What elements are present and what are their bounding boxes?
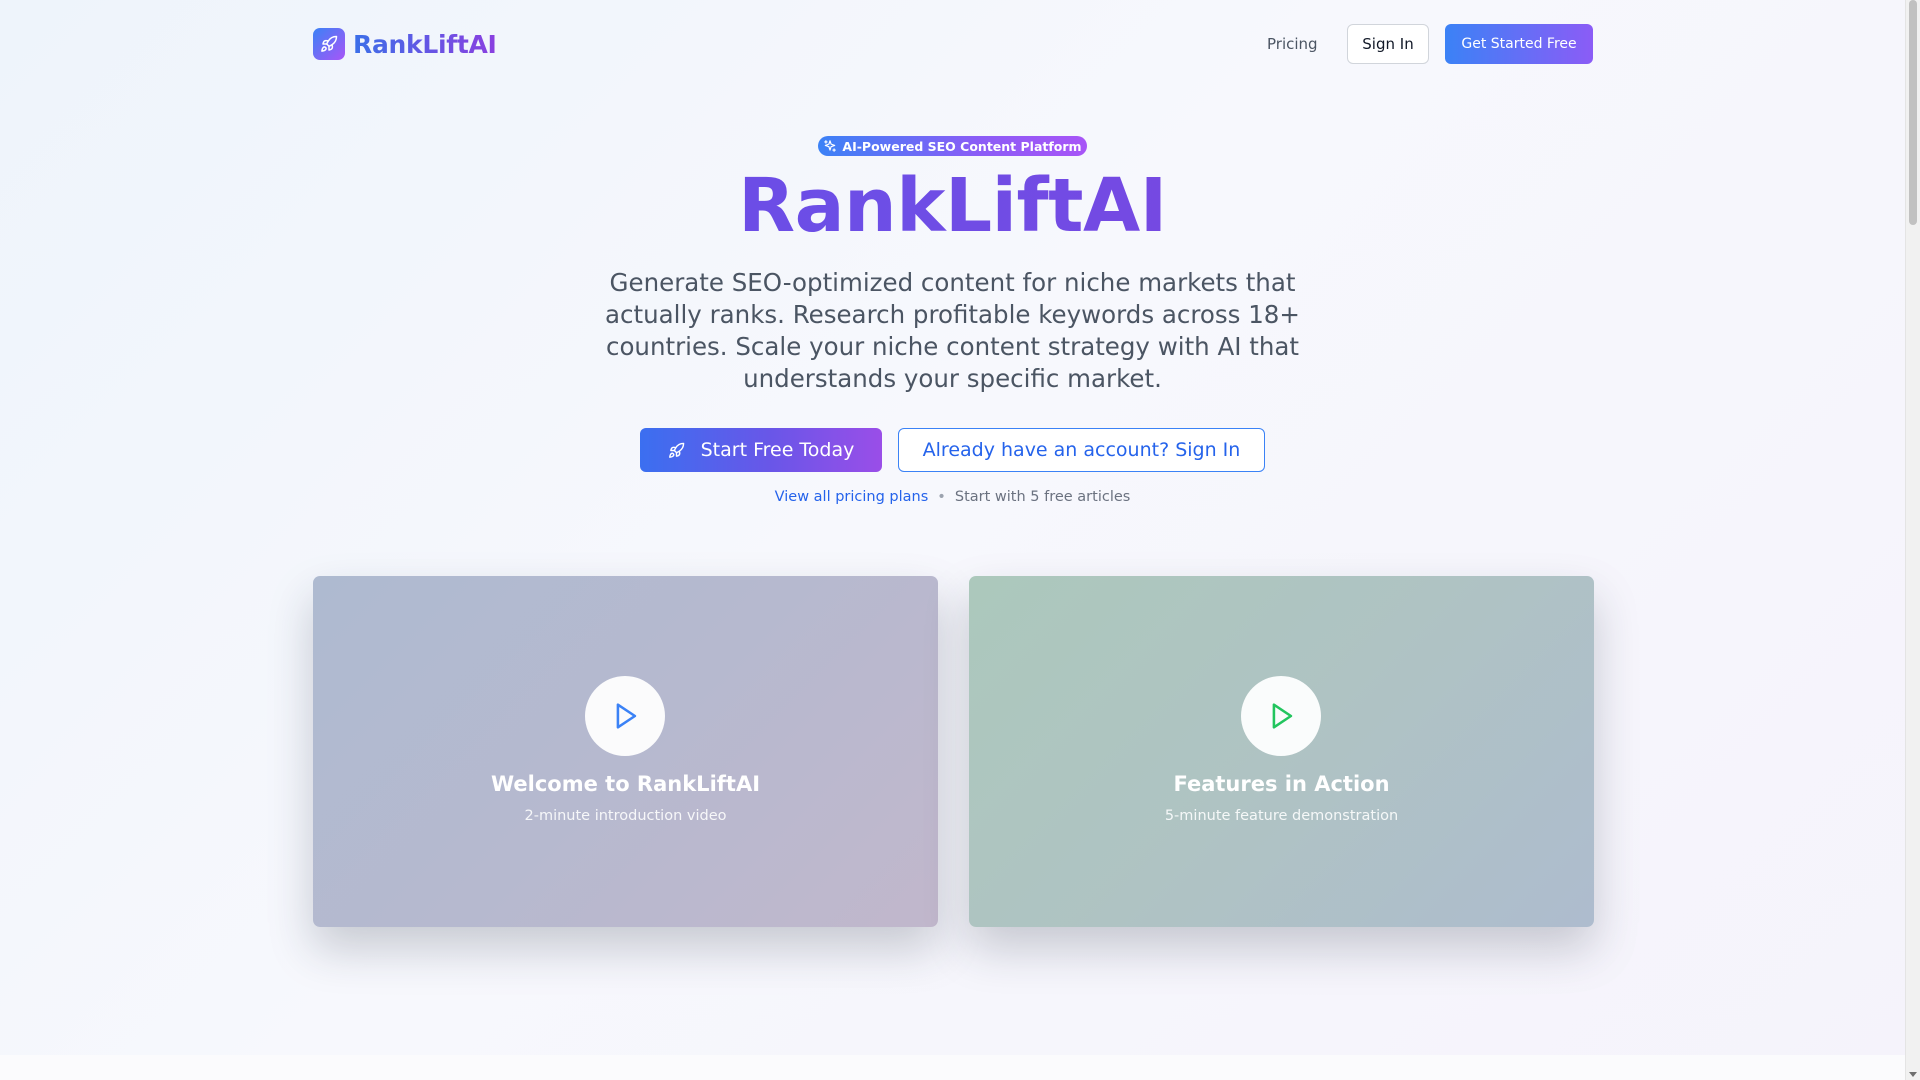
nav-pricing-link[interactable]: Pricing [1267,24,1318,64]
scroll-down-arrow-icon[interactable] [1909,1072,1917,1077]
hero-links: View all pricing plans • Start with 5 free… [600,489,1305,505]
hero-badge-label: AI-Powered SEO Content Platform [842,138,1082,154]
pricing-plans-link[interactable]: View all pricing plans [775,489,929,505]
play-button[interactable] [585,676,665,756]
hero-badge: AI-Powered SEO Content Platform [818,136,1087,156]
brand-name: RankLiftAI [353,29,497,59]
start-free-label: Start Free Today [700,439,855,461]
video-title: Features in Action [1173,772,1390,796]
play-icon [616,703,637,729]
play-icon [1272,703,1293,729]
rocket-icon [668,442,685,459]
play-button[interactable] [1241,676,1321,756]
brand-logo[interactable]: RankLiftAI [313,28,497,60]
free-articles-note: Start with 5 free articles [954,489,1131,505]
hero-title: RankLiftAI [560,160,1345,252]
separator-dot: • [937,489,946,505]
rocket-icon [313,28,345,60]
intro-video-card[interactable]: Welcome to RankLiftAI 2-minute introduct… [313,576,938,927]
sparkles-icon [824,140,837,152]
account-sign-in-button[interactable]: Already have an account? Sign In [898,428,1265,472]
landing-page: RankLiftAI Pricing Sign In Get Started F… [0,0,1905,1080]
get-started-button[interactable]: Get Started Free [1445,24,1593,64]
video-subtitle: 5-minute feature demonstration [1164,808,1399,824]
page-scrollbar[interactable] [1905,0,1920,1080]
sign-in-button[interactable]: Sign In [1347,24,1429,64]
video-title: Welcome to RankLiftAI [490,772,761,796]
hero-subtitle: Generate SEO-optimized content for niche… [605,268,1300,393]
features-video-card[interactable]: Features in Action 5-minute feature demo… [969,576,1594,927]
next-section-edge [0,1055,1905,1080]
scrollbar-thumb[interactable] [1909,0,1917,225]
video-subtitle: 2-minute introduction video [524,808,727,824]
start-free-button[interactable]: Start Free Today [640,428,882,472]
site-header: RankLiftAI Pricing Sign In Get Started F… [313,24,1593,64]
